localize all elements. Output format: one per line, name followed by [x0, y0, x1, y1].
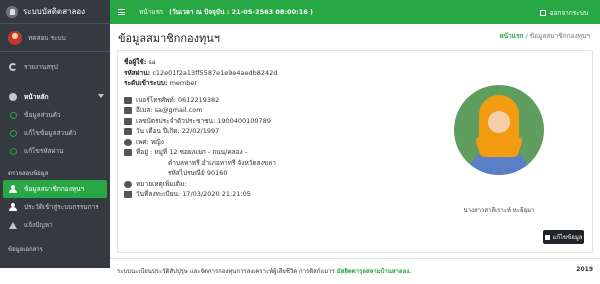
warning-icon	[9, 221, 17, 229]
page-title: ข้อมูลสมาชิกกองทุนฯ	[118, 32, 220, 45]
footer-divider	[110, 258, 600, 259]
edit-button-label: แก้ไขข้อมูล	[552, 234, 583, 241]
circle-icon	[9, 147, 17, 155]
home-icon	[124, 149, 132, 156]
sidebar-item-label: ข้อมูลส่วนตัว	[24, 111, 61, 119]
sidebar: ระบบบัสดิตสาลอง ทดสอบ ระบบ รายงานสรุป หน…	[0, 0, 110, 268]
note-label: หมายเหตุเพิ่มเติม:	[136, 179, 187, 188]
gender-value: เพศ: หญิง	[136, 137, 164, 146]
id-card-icon	[124, 117, 132, 125]
user-circle-icon	[9, 93, 17, 101]
address-row: ที่อยู่ : หมู่ที่ 12 ซอย/แยก - ถนน/คลอง …	[124, 147, 304, 158]
idcard-value: เลขบัตรประจำตัวประชาชน: 1900400100789	[136, 116, 271, 125]
edit-icon	[544, 234, 550, 240]
sidebar-item-label: ประวัติเข้าสู่ระบบกรรมการ	[24, 203, 99, 211]
sidebar-section-header-bottom: ข้อมูลเอกสาร	[8, 246, 43, 253]
menu-icon[interactable]	[118, 9, 125, 15]
address-line-2: ตำบลหาทรี อำเภอหาทรี จังหวัดสงขลา	[168, 158, 276, 167]
circle-icon	[9, 111, 17, 119]
username-value: sa	[148, 58, 156, 66]
footer-credit[interactable]: มัสยิดดารุลสลามบ้านสาลอง.	[337, 268, 412, 275]
address-line-3: รหัสไปรษณีย์ 90160	[168, 169, 228, 177]
venus-mars-icon	[124, 138, 132, 146]
username-row: ชื่อผู้ใช้: sa	[124, 57, 304, 68]
email-value: อีเมล: sa@gmail.com	[136, 106, 203, 114]
password-value: c12e01f2a13ff5587e1e9e4aedb8242d	[152, 68, 278, 77]
sidebar-item-members[interactable]: ข้อมูลสมาชิกกองทุนฯ	[3, 180, 107, 198]
address-line-1: ที่อยู่ : หมู่ที่ 12 ซอย/แยก - ถนน/คลอง …	[136, 148, 248, 156]
brand[interactable]: ระบบบัสดิตสาลอง	[0, 0, 110, 24]
level-label: ระดับเข้าระบบ:	[124, 79, 168, 87]
avatar	[8, 30, 22, 45]
phone-icon	[124, 96, 132, 104]
brand-title: ระบบบัสดิตสาลอง	[23, 7, 86, 16]
pie-chart-icon	[9, 63, 17, 71]
current-datetime: (วันเวลา ณ ปัจจุบัน : 21-05-2563 08:00:1…	[169, 8, 313, 16]
breadcrumb-home[interactable]: หน้าแรก	[499, 32, 523, 40]
mosque-logo-icon	[6, 5, 18, 18]
profile-photo	[454, 85, 544, 175]
sidebar-item-label: หน้าหลัก	[24, 93, 49, 101]
birthday-value: วัน เดือน ปีเกิด: 22/02/1997	[136, 127, 220, 135]
sidebar-item-label: รายงานสรุป	[24, 63, 58, 71]
top-navbar: หน้าแรก (วันเวลา ณ ปัจจุบัน : 21-05-2563…	[110, 0, 600, 24]
nav-home-link[interactable]: หน้าแรก	[139, 7, 163, 17]
username-label: ชื่อผู้ใช้:	[124, 58, 147, 66]
envelope-icon	[124, 107, 132, 114]
password-row: รหัสผ่าน: c12e01f2a13ff5587e1e9e4aedb824…	[124, 68, 304, 79]
user-panel[interactable]: ทดสอบ ระบบ	[0, 24, 110, 52]
sidebar-item-label: แก้ไขข้อมูลส่วนตัว	[24, 129, 77, 137]
calendar-check-icon	[124, 191, 132, 198]
sidebar-subitem-profile[interactable]: ข้อมูลส่วนตัว	[0, 106, 110, 124]
sidebar-subitem-edit-password[interactable]: แก้ไขรหัสผ่าน	[0, 142, 110, 160]
logout-label: ออกจากระบบ	[549, 9, 588, 17]
gender-row: เพศ: หญิง	[124, 137, 304, 148]
circle-icon	[9, 129, 17, 137]
level-row: ระดับเข้าระบบ: member	[124, 78, 304, 89]
birthday-cake-icon	[124, 128, 132, 135]
edit-profile-button[interactable]: แก้ไขข้อมูล	[543, 230, 584, 244]
note-row: หมายเหตุเพิ่มเติม:	[124, 179, 304, 190]
level-value: member	[169, 79, 198, 87]
user-name: ทดสอบ ระบบ	[28, 33, 66, 42]
user-icon	[9, 185, 17, 193]
sidebar-item-label: ข้อมูลสมาชิกกองทุนฯ	[24, 185, 85, 193]
comment-icon	[124, 180, 132, 188]
footer-text: ระบบนะเบียนประวัติสัปปุรุษ และจัดการกองท…	[117, 268, 335, 275]
breadcrumb-separator: /	[525, 32, 528, 40]
footer-year: 2019	[576, 266, 593, 273]
footer: ระบบนะเบียนประวัติสัปปุรุษ และจัดการกองท…	[117, 266, 593, 276]
phone-row: เบอร์โทรศัพท์: 0612219382	[124, 95, 304, 106]
sidebar-item-label: แก้ไขรหัสผ่าน	[24, 147, 64, 155]
sidebar-item-label: แจ้งปัญหา	[24, 221, 53, 229]
sidebar-item-report[interactable]: รายงานสรุป	[0, 58, 110, 76]
sidebar-item-report-problem[interactable]: แจ้งปัญหา	[0, 216, 110, 234]
phone-value: เบอร์โทรศัพท์: 0612219382	[136, 95, 220, 104]
logout-icon	[539, 10, 546, 16]
profile-info: ชื่อผู้ใช้: sa รหัสผ่าน: c12e01f2a13ff55…	[124, 57, 304, 200]
sidebar-item-login-history[interactable]: ประวัติเข้าสู่ระบบกรรมการ	[0, 198, 110, 216]
sidebar-section-header: ตรวจสอบข้อมูล	[8, 170, 49, 177]
breadcrumb-current: ข้อมูลสมาชิกกองทุนฯ	[529, 32, 590, 40]
birthday-row: วัน เดือน ปีเกิด: 22/02/1997	[124, 126, 304, 137]
profile-card: ชื่อผู้ใช้: sa รหัสผ่าน: c12e01f2a13ff55…	[117, 50, 593, 253]
password-label: รหัสผ่าน:	[124, 68, 151, 77]
breadcrumb: หน้าแรก / ข้อมูลสมาชิกกองทุนฯ	[499, 31, 590, 41]
registered-row: วันที่ลงทะเบียน: 17/03/2020 21:21:05	[124, 189, 304, 200]
chevron-down-icon	[98, 94, 104, 98]
photo-caption: นางสาวสาลีเราะห์ หะยีอุมา	[463, 207, 535, 214]
logout-button[interactable]: ออกจากระบบ	[539, 8, 588, 18]
sidebar-item-main[interactable]: หน้าหลัก	[0, 88, 110, 106]
sidebar-subitem-edit-profile[interactable]: แก้ไขข้อมูลส่วนตัว	[0, 124, 110, 142]
idcard-row: เลขบัตรประจำตัวประชาชน: 1900400100789	[124, 116, 304, 127]
user-edit-icon	[9, 203, 17, 211]
email-row: อีเมล: sa@gmail.com	[124, 105, 304, 116]
registered-value: วันที่ลงทะเบียน: 17/03/2020 21:21:05	[136, 190, 251, 198]
